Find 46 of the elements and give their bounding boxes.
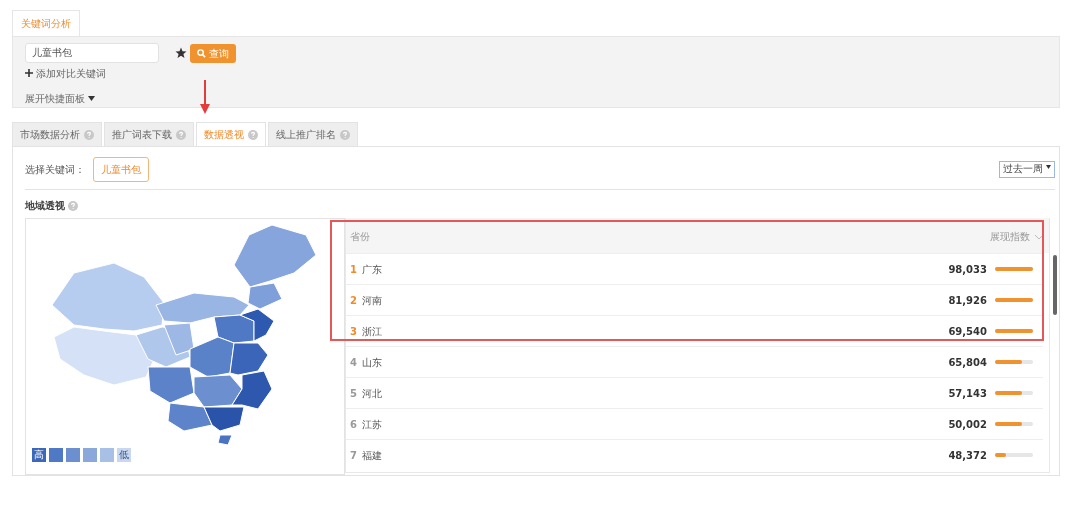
search-icon xyxy=(197,48,206,58)
index-value: 57,143 xyxy=(948,386,987,401)
help-icon[interactable] xyxy=(340,129,350,140)
section-title: 地域透视 xyxy=(25,199,65,213)
caret-down-icon xyxy=(1046,165,1051,170)
province-name: 山东 xyxy=(362,355,382,370)
keyword-input[interactable]: 儿童书包 xyxy=(25,43,159,63)
province-name: 江苏 xyxy=(362,417,382,432)
expand-panel-link[interactable]: 展开快捷面板 xyxy=(25,90,1047,106)
plus-icon xyxy=(25,69,33,77)
column-header[interactable]: 展现指数 xyxy=(990,230,1030,245)
column-header[interactable]: 省份 xyxy=(350,230,370,245)
star-icon[interactable] xyxy=(175,47,187,59)
scrollbar[interactable] xyxy=(1053,255,1057,315)
chevron-down-icon[interactable] xyxy=(1035,234,1043,240)
period-select[interactable]: 过去一周 xyxy=(999,161,1055,178)
index-value: 81,926 xyxy=(948,293,987,308)
section-tab[interactable]: 线上推广排名 xyxy=(268,122,358,146)
province-name: 浙江 xyxy=(362,324,382,339)
province-name: 福建 xyxy=(362,448,382,463)
rank-number: 3 xyxy=(350,324,358,339)
rank-number: 6 xyxy=(350,417,358,432)
index-value: 48,372 xyxy=(948,448,987,463)
help-icon[interactable] xyxy=(67,200,78,211)
province-name: 河北 xyxy=(362,386,382,401)
province-name: 河南 xyxy=(362,293,382,308)
legend-swatch: 低 xyxy=(117,448,131,462)
index-value: 50,002 xyxy=(948,417,987,432)
section-tab[interactable]: 推广词表下载 xyxy=(104,122,194,146)
filter-label: 选择关键词： xyxy=(25,163,85,177)
add-compare-link[interactable]: 添加对比关键词 xyxy=(25,65,1047,81)
index-value: 98,033 xyxy=(948,262,987,277)
rank-number: 2 xyxy=(350,293,358,308)
rank-number: 1 xyxy=(350,262,358,277)
province-name: 广东 xyxy=(362,262,382,277)
legend-swatch: 高 xyxy=(32,448,46,462)
help-icon[interactable] xyxy=(248,129,258,140)
index-value: 65,804 xyxy=(948,355,987,370)
help-icon[interactable] xyxy=(84,129,94,140)
section-tab[interactable]: 市场数据分析 xyxy=(12,122,102,146)
caret-down-icon xyxy=(87,95,95,101)
rank-number: 7 xyxy=(350,448,358,463)
index-value: 69,540 xyxy=(948,324,987,339)
help-icon[interactable] xyxy=(176,129,186,140)
rank-number: 4 xyxy=(350,355,358,370)
rank-number: 5 xyxy=(350,386,358,401)
